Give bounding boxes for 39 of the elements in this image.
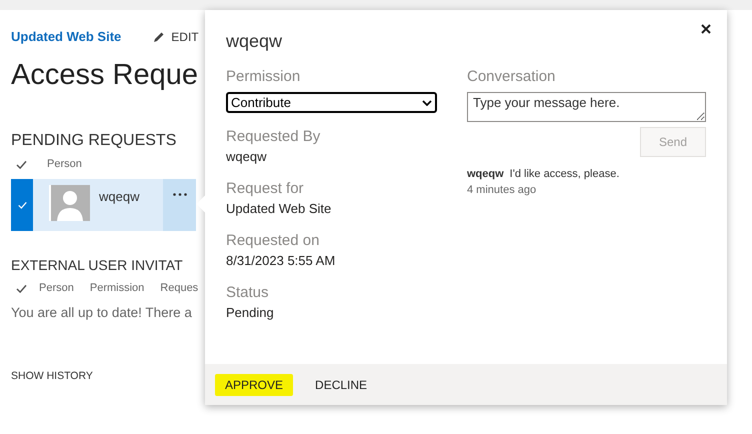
field-label: Conversation	[467, 67, 556, 87]
column-header: Permission	[90, 281, 144, 296]
ellipsis-icon	[172, 192, 186, 196]
message-text: I'd like access, please.	[510, 167, 620, 182]
request-row[interactable]: wqeqw	[11, 178, 196, 230]
dialog-title: wqeqw	[226, 30, 284, 53]
field-value: 8/31/2023 5:55 AM	[226, 252, 336, 270]
message-time: 4 minutes ago	[467, 183, 538, 198]
section-heading: PENDING REQUESTS	[11, 130, 176, 150]
avatar-icon	[49, 184, 90, 220]
check-icon	[16, 160, 27, 169]
empty-message: You are all up to date! There a	[11, 304, 192, 322]
column-header: Person	[39, 281, 74, 296]
person-name: wqeqw	[99, 188, 140, 206]
field-value: Pending	[226, 304, 275, 322]
message-field[interactable]: Type your message here.	[467, 92, 706, 122]
field-label: Requested on	[226, 231, 320, 251]
close-icon[interactable]	[701, 24, 711, 34]
edit-link[interactable]: EDIT	[171, 28, 199, 46]
site-link[interactable]: Updated Web Site	[11, 27, 122, 46]
check-icon	[16, 284, 27, 293]
row-checkbox[interactable]	[11, 178, 33, 230]
permission-dropdown[interactable]: Contribute	[226, 92, 437, 113]
page-title: Access Reque	[11, 58, 198, 92]
pencil-icon	[153, 30, 166, 43]
section-heading: EXTERNAL USER INVITAT	[11, 256, 183, 274]
message-author: wqeqw	[467, 167, 504, 182]
field-value: wqeqw	[226, 148, 268, 166]
check-icon	[18, 200, 26, 208]
column-header: Reques	[160, 281, 198, 296]
action-button[interactable]: DECLINE	[305, 374, 378, 396]
field-value: Updated Web Site	[226, 200, 332, 218]
field-label: Requested By	[226, 127, 322, 147]
field-label: Permission	[226, 67, 302, 87]
field-label: Request for	[226, 179, 305, 199]
field-label: Status	[226, 283, 270, 303]
column-header: Person	[47, 157, 82, 172]
approve-button[interactable]: APPROVE	[215, 374, 294, 396]
chevron-down-icon	[422, 100, 432, 106]
